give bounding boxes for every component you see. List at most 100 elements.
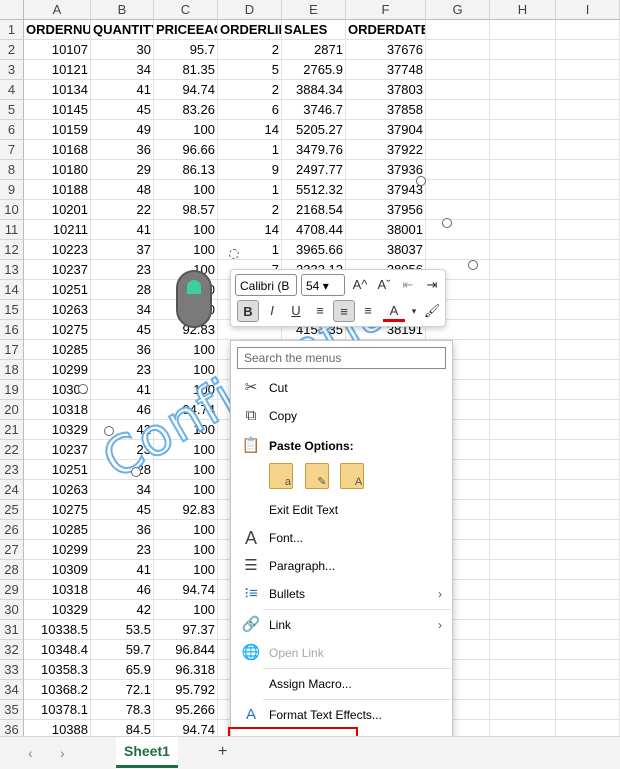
cell[interactable]: 10285 [24,340,91,360]
cell[interactable] [556,480,620,500]
cell[interactable] [490,200,556,220]
rotate-handle[interactable] [229,249,239,259]
row-header[interactable]: 33 [0,660,24,680]
cell[interactable] [556,500,620,520]
font-size-dropdown[interactable]: 54 ▾ [301,274,345,296]
cell[interactable]: 10275 [24,500,91,520]
cell[interactable]: 10309 [24,560,91,580]
cell[interactable] [490,160,556,180]
cell[interactable]: 78.3 [91,700,154,720]
increase-indent-icon[interactable]: ⇥ [421,274,443,296]
cell[interactable] [426,40,490,60]
cell[interactable]: 49 [91,120,154,140]
cell[interactable]: 2 [218,40,282,60]
column-header-g[interactable]: G [426,0,490,20]
cell[interactable] [556,360,620,380]
cell[interactable] [556,580,620,600]
cell[interactable]: 83.26 [154,100,218,120]
cell[interactable]: 10211 [24,220,91,240]
bold-button[interactable]: B [237,300,259,322]
cell[interactable]: 10329 [24,600,91,620]
cell[interactable] [490,140,556,160]
sheet-tab-sheet1[interactable]: Sheet1 [116,737,178,768]
cell[interactable]: 10145 [24,100,91,120]
cell[interactable] [426,180,490,200]
cell[interactable] [490,220,556,240]
cell[interactable]: 4708.44 [282,220,346,240]
cell[interactable]: 10263 [24,480,91,500]
cell[interactable]: 5 [218,60,282,80]
cell[interactable] [490,180,556,200]
cell[interactable]: 14 [218,120,282,140]
cell[interactable]: 10348.4 [24,640,91,660]
paste-text-only-icon[interactable]: A [340,463,365,489]
cell[interactable] [426,20,490,40]
cell[interactable] [490,260,556,280]
cell[interactable] [556,400,620,420]
cell[interactable]: 10318 [24,580,91,600]
cell[interactable] [556,600,620,620]
cell[interactable] [556,560,620,580]
cell[interactable]: 42 [91,600,154,620]
row-header[interactable]: 16 [0,320,24,340]
cell[interactable] [426,200,490,220]
cell[interactable] [490,600,556,620]
cell[interactable]: 37904 [346,120,426,140]
cell[interactable]: 100 [154,560,218,580]
cell[interactable] [490,500,556,520]
cell[interactable] [556,460,620,480]
menu-item-font[interactable]: A Font... [231,525,452,551]
cell[interactable] [556,280,620,300]
cell[interactable] [426,60,490,80]
column-header-i[interactable]: I [556,0,620,20]
row-header[interactable]: 31 [0,620,24,640]
row-header[interactable]: 35 [0,700,24,720]
cell[interactable]: 10251 [24,460,91,480]
row-header[interactable]: 23 [0,460,24,480]
cell[interactable]: 53.5 [91,620,154,640]
cell[interactable] [556,20,620,40]
cell[interactable] [490,580,556,600]
cell[interactable]: 94.74 [154,80,218,100]
cell[interactable]: 10368.2 [24,680,91,700]
cell[interactable]: 10329 [24,420,91,440]
cell[interactable] [490,560,556,580]
cell[interactable] [490,640,556,660]
cell[interactable] [490,440,556,460]
cell[interactable]: 37803 [346,80,426,100]
cell[interactable] [556,220,620,240]
cell[interactable]: 37858 [346,100,426,120]
cell[interactable] [490,660,556,680]
cell[interactable] [556,700,620,720]
cell[interactable]: 96.318 [154,660,218,680]
cell[interactable]: 28 [91,280,154,300]
cell[interactable] [426,120,490,140]
row-header[interactable]: 7 [0,140,24,160]
row-header[interactable]: 18 [0,360,24,380]
cell[interactable]: ORDERNU [24,20,91,40]
cell[interactable]: 100 [154,180,218,200]
cell[interactable]: 3884.34 [282,80,346,100]
row-header[interactable]: 9 [0,180,24,200]
cell[interactable] [490,300,556,320]
row-header[interactable]: 20 [0,400,24,420]
cell[interactable]: 2168.54 [282,200,346,220]
chevron-right-icon[interactable]: › [60,745,65,761]
menu-item-bullets[interactable]: ⁝≡ Bullets › [231,581,452,607]
cell[interactable]: 10237 [24,440,91,460]
cell[interactable]: 37936 [346,160,426,180]
column-header-b[interactable]: B [91,0,154,20]
cell[interactable]: SALES [282,20,346,40]
cell[interactable]: 100 [154,600,218,620]
row-header[interactable]: 29 [0,580,24,600]
cell[interactable]: 23 [91,260,154,280]
resize-handle-right[interactable] [442,218,452,228]
menu-item-paragraph[interactable]: ☰ Paragraph... [231,553,452,579]
cell[interactable] [490,360,556,380]
cell[interactable]: 1 [218,140,282,160]
row-header[interactable]: 10 [0,200,24,220]
paste-merge-format-icon[interactable]: ✎ [304,463,329,489]
cell[interactable]: 5512.32 [282,180,346,200]
cell[interactable]: 100 [154,480,218,500]
cell[interactable]: QUANTITY [91,20,154,40]
